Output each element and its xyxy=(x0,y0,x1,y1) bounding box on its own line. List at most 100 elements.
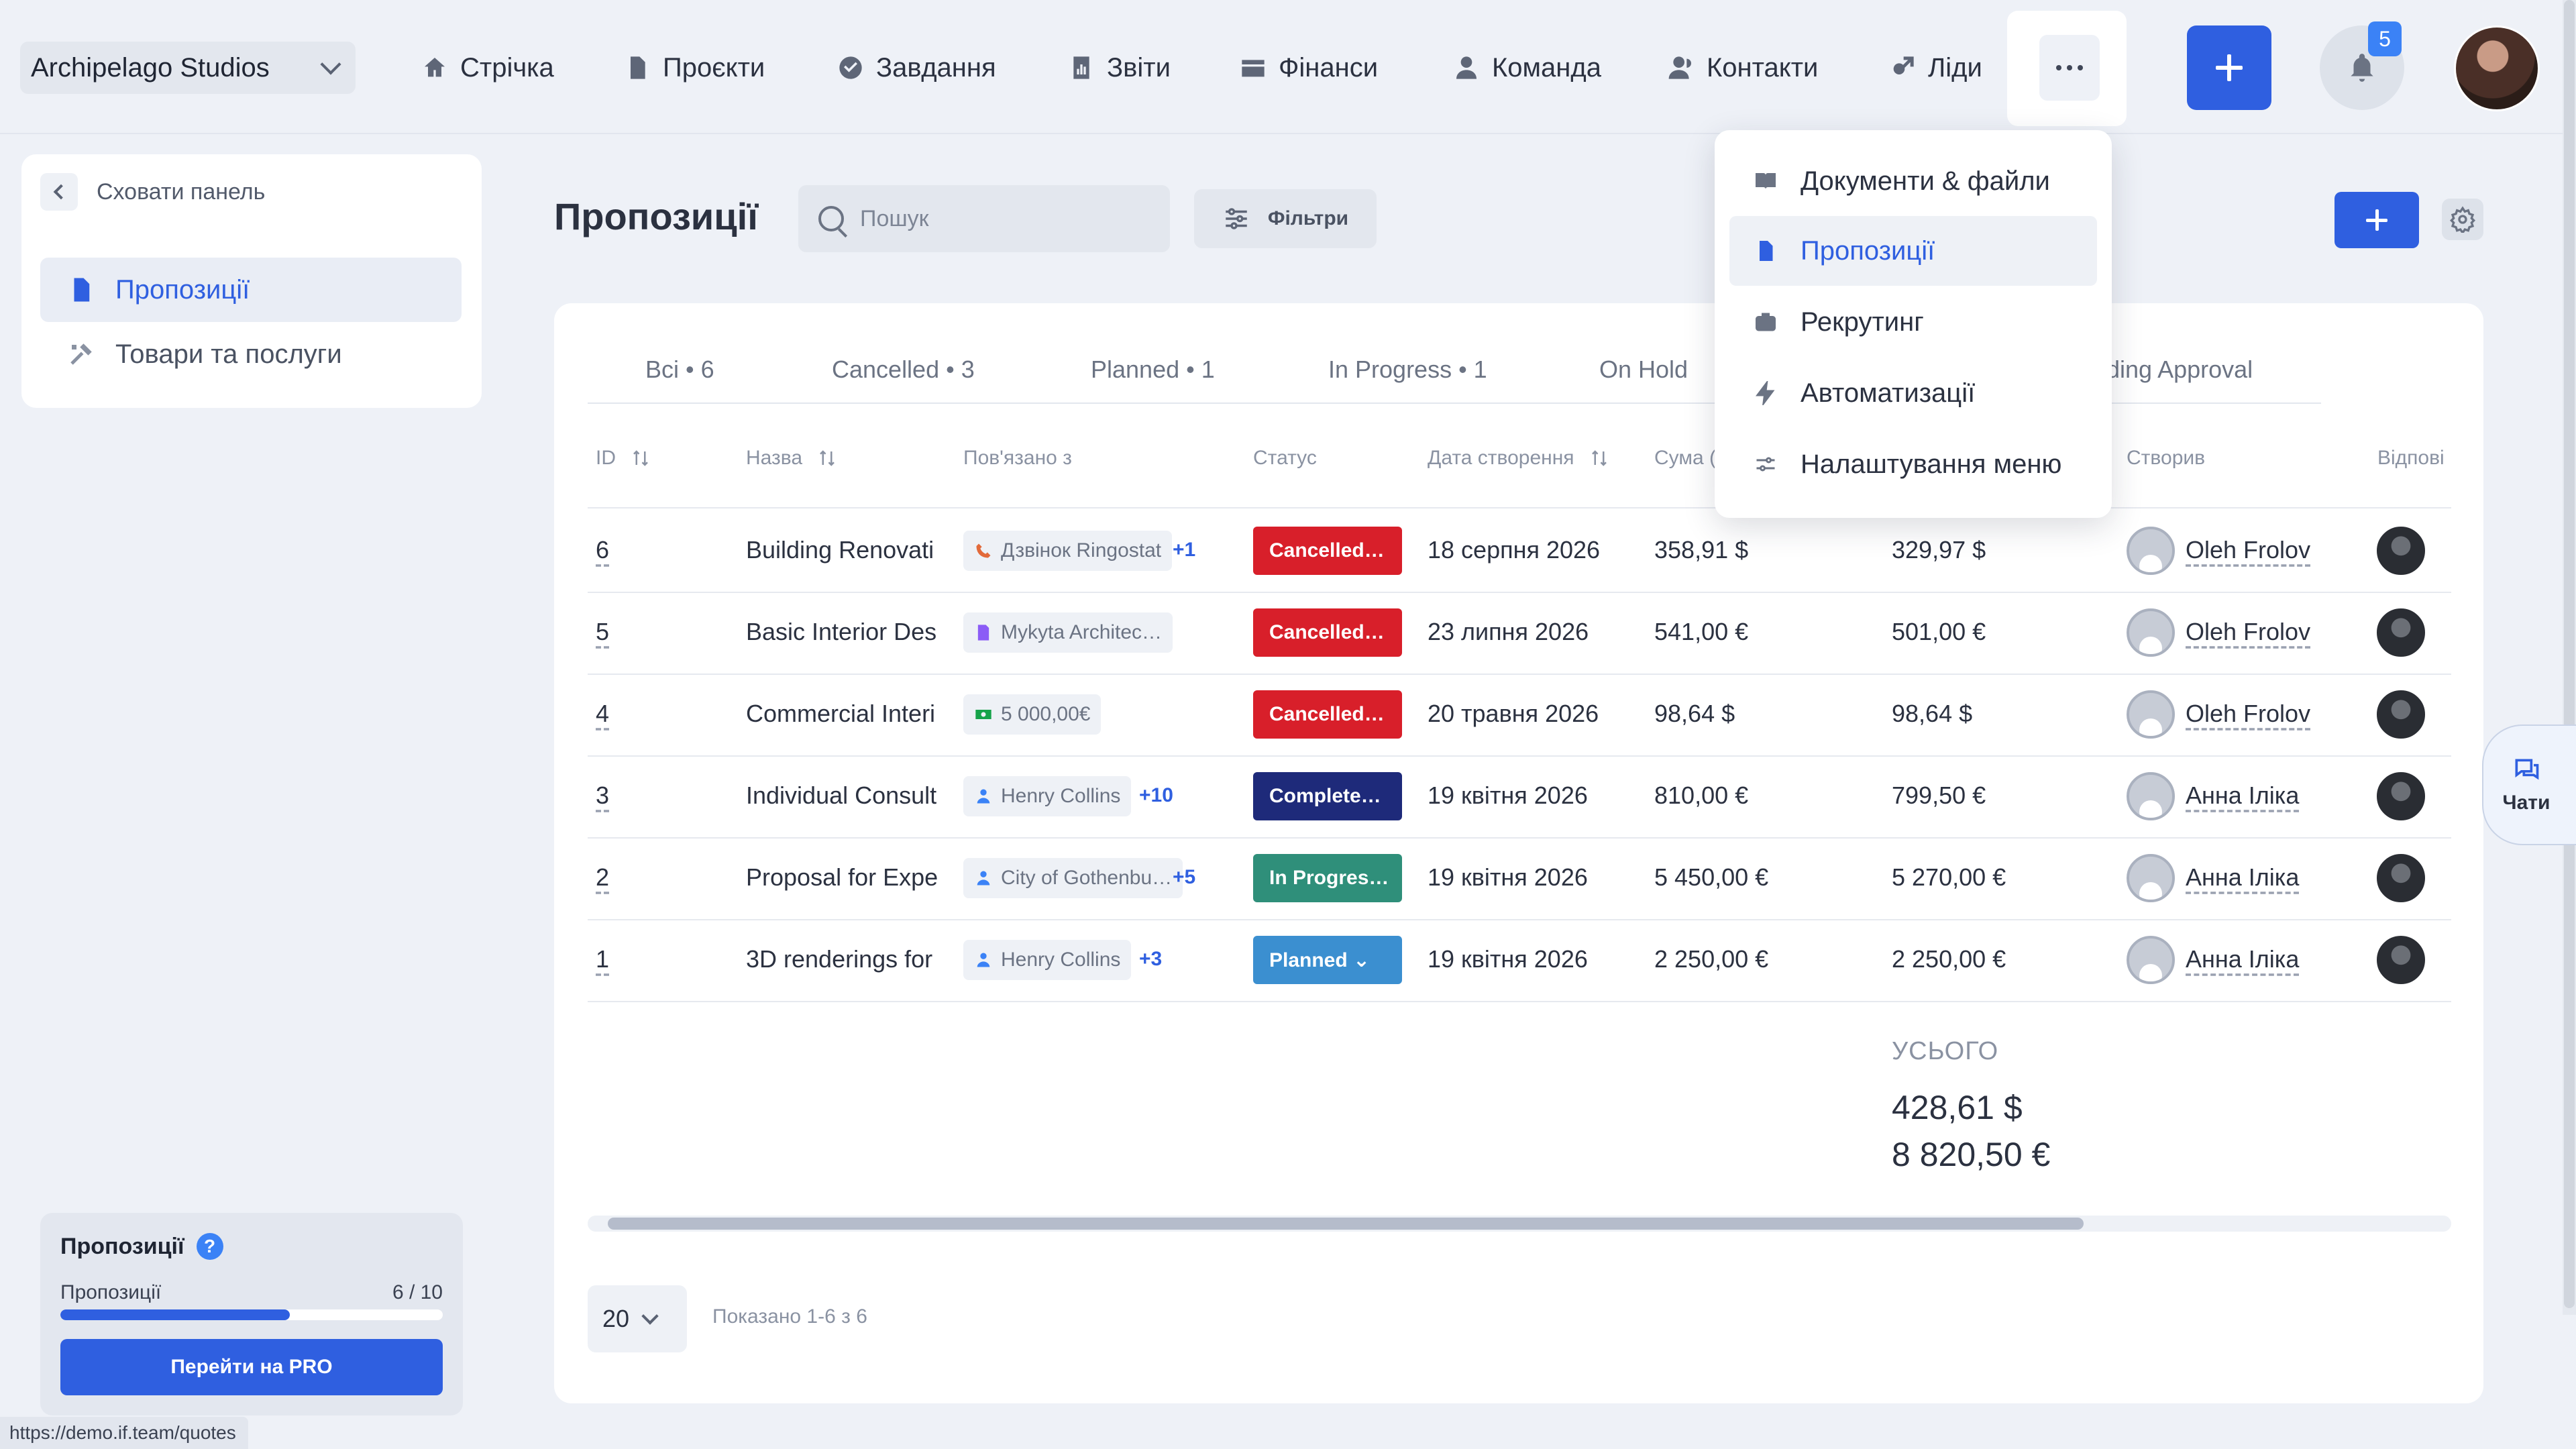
created-date: 23 липня 2026 xyxy=(1428,618,1589,645)
nav-item-contacts[interactable]: Контакти xyxy=(1668,42,1818,94)
nav-item-projects[interactable]: Проєкти xyxy=(624,42,765,94)
page-scrollbar-thumb[interactable] xyxy=(2564,0,2575,1308)
quote-id-link[interactable]: 6 xyxy=(596,536,609,564)
quote-name-link[interactable]: Building Renovati xyxy=(746,536,941,564)
status-badge[interactable]: Cancelled… xyxy=(1253,608,1402,657)
filters-button[interactable]: Фільтри xyxy=(1194,189,1377,248)
creator-name-link[interactable]: Oleh Frolov xyxy=(2186,700,2310,728)
add-quote-button[interactable] xyxy=(2334,192,2419,248)
chevron-left-icon xyxy=(40,173,78,211)
tab-cancelled[interactable]: Cancelled • 3 xyxy=(832,356,975,384)
tab-on-hold[interactable]: On Hold xyxy=(1599,356,1688,384)
nav-item-leads[interactable]: Ліди xyxy=(1889,42,1982,94)
related-chip[interactable]: Дзвінок Ringostat xyxy=(963,531,1173,571)
plus-icon xyxy=(2216,54,2243,81)
column-header-created[interactable]: Дата створення xyxy=(1428,447,1609,470)
related-chip[interactable]: Mykyta Architec… xyxy=(963,612,1173,653)
related-chip-label: Дзвінок Ringostat xyxy=(1001,539,1162,561)
creator-name-link[interactable]: Анна Іліка xyxy=(2186,945,2299,973)
amount-total-value: 329,97 $ xyxy=(1892,536,1986,564)
nav-label: Контакти xyxy=(1707,52,1819,83)
nav-label: Проєкти xyxy=(663,52,765,83)
menu-item-recruiting[interactable]: Рекрутинг xyxy=(1729,287,2097,357)
quote-id-link[interactable]: 5 xyxy=(596,618,609,646)
quote-name-link[interactable]: Basic Interior Des xyxy=(746,618,941,646)
horizontal-scrollbar-thumb[interactable] xyxy=(608,1218,2084,1230)
related-chip[interactable]: Henry Collins xyxy=(963,776,1132,816)
nav-item-feed[interactable]: Стрічка xyxy=(421,42,554,94)
amount-value: 358,91 $ xyxy=(1654,536,1749,564)
quote-name-link[interactable]: Proposal for Expe xyxy=(746,863,941,892)
quote-id-link[interactable]: 2 xyxy=(596,863,609,892)
contact-icon xyxy=(977,953,990,967)
creator-name-link[interactable]: Анна Іліка xyxy=(2186,782,2299,810)
column-header-creator: Створив xyxy=(2127,447,2205,470)
lightning-icon xyxy=(1756,381,1775,405)
table-header-divider xyxy=(588,507,2451,508)
user-avatar[interactable] xyxy=(2454,25,2540,111)
quote-name-link[interactable]: Commercial Interi xyxy=(746,700,941,728)
related-more-count[interactable]: +3 xyxy=(1139,948,1162,971)
amount-value: 5 450,00 € xyxy=(1654,863,1769,891)
global-add-button[interactable] xyxy=(2187,25,2271,110)
menu-item-documents[interactable]: Документи & файли xyxy=(1729,146,2097,216)
creator-name-link[interactable]: Oleh Frolov xyxy=(2186,618,2310,646)
nav-item-finance[interactable]: Фінанси xyxy=(1240,42,1378,94)
responsible-avatar[interactable] xyxy=(2375,934,2427,986)
hide-panel-button[interactable]: Сховати панель xyxy=(40,173,265,211)
creator-avatar xyxy=(2127,936,2175,984)
quote-id-link[interactable]: 4 xyxy=(596,700,609,728)
chats-label: Чати xyxy=(2502,792,2551,814)
responsible-avatar[interactable] xyxy=(2375,688,2427,741)
nav-item-tasks[interactable]: Завдання xyxy=(837,42,996,94)
amount-value: 2 250,00 € xyxy=(1654,945,1769,973)
sidebar-item-products[interactable]: Товари та послуги xyxy=(40,322,462,386)
creator-name-link[interactable]: Анна Іліка xyxy=(2186,863,2299,892)
workspace-switcher[interactable]: Archipelago Studios xyxy=(20,42,356,94)
page-size-select[interactable]: 20 xyxy=(588,1285,687,1352)
nav-label: Ліди xyxy=(1928,52,1982,83)
related-chip[interactable]: City of Gothenbu… xyxy=(963,858,1183,898)
creator-avatar xyxy=(2127,772,2175,820)
menu-item-menu-settings[interactable]: Налаштування меню xyxy=(1729,429,2097,499)
help-icon[interactable]: ? xyxy=(196,1233,223,1260)
related-chip-label: Henry Collins xyxy=(1001,785,1121,807)
column-header-name[interactable]: Назва xyxy=(746,447,837,470)
quote-name-link[interactable]: 3D renderings for xyxy=(746,945,941,973)
more-menu-button[interactable] xyxy=(2039,35,2100,101)
search-input[interactable]: Пошук xyxy=(798,185,1170,252)
related-more-count[interactable]: +1 xyxy=(1173,539,1195,561)
responsible-avatar[interactable] xyxy=(2375,606,2427,659)
related-chip[interactable]: Henry Collins xyxy=(963,940,1132,980)
tab-in-progress[interactable]: In Progress • 1 xyxy=(1328,356,1487,384)
column-header-id[interactable]: ID xyxy=(596,447,651,470)
menu-item-quotes[interactable]: Пропозиції xyxy=(1729,216,2097,286)
creator-name-link[interactable]: Oleh Frolov xyxy=(2186,536,2310,564)
related-chip[interactable]: 5 000,00€ xyxy=(963,694,1102,735)
quote-id-link[interactable]: 1 xyxy=(596,945,609,973)
tab-all[interactable]: Всі • 6 xyxy=(645,356,714,384)
menu-item-automations[interactable]: Автоматизації xyxy=(1729,358,2097,428)
related-more-count[interactable]: +10 xyxy=(1139,784,1173,807)
tab-pending-approval[interactable]: ding Approval xyxy=(2106,356,2253,384)
responsible-avatar[interactable] xyxy=(2375,770,2427,822)
quote-id-link[interactable]: 3 xyxy=(596,782,609,810)
status-badge[interactable]: Cancelled… xyxy=(1253,690,1402,739)
table-settings-button[interactable] xyxy=(2442,199,2483,240)
nav-item-reports[interactable]: Звіти xyxy=(1068,42,1171,94)
chart-icon xyxy=(1073,56,1089,79)
quote-name-link[interactable]: Individual Consult xyxy=(746,782,941,810)
status-badge[interactable]: Complete… xyxy=(1253,772,1402,820)
responsible-avatar[interactable] xyxy=(2375,525,2427,577)
responsible-avatar[interactable] xyxy=(2375,852,2427,904)
status-badge[interactable]: Planned ⌄ xyxy=(1253,936,1402,984)
related-more-count[interactable]: +5 xyxy=(1173,866,1195,889)
sidebar-item-quotes[interactable]: Пропозиції xyxy=(40,258,462,322)
tab-planned[interactable]: Planned • 1 xyxy=(1091,356,1215,384)
nav-item-team[interactable]: Команда xyxy=(1453,42,1601,94)
status-badge[interactable]: Cancelled… xyxy=(1253,527,1402,575)
chats-button[interactable]: Чати xyxy=(2482,724,2576,845)
status-badge[interactable]: In Progres… xyxy=(1253,854,1402,902)
amount-total-value: 5 270,00 € xyxy=(1892,863,2006,891)
upgrade-pro-button[interactable]: Перейти на PRO xyxy=(60,1339,443,1395)
